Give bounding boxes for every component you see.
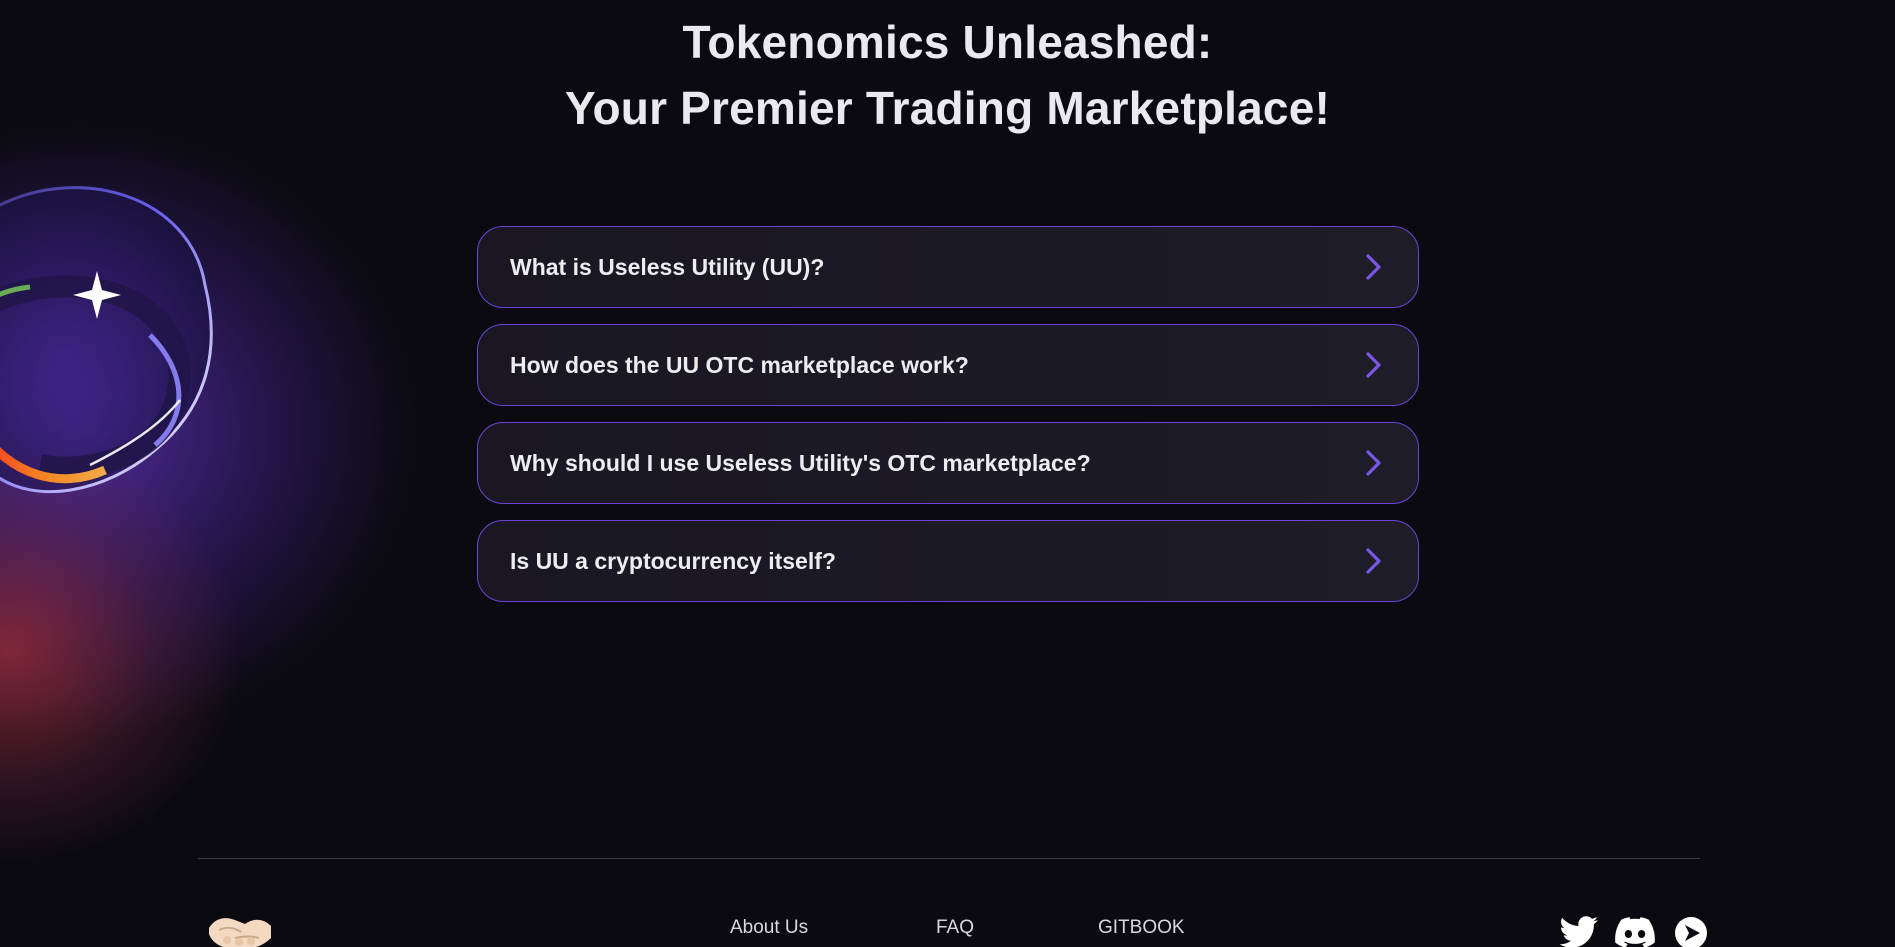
chevron-right-icon bbox=[1362, 350, 1386, 380]
page-title-line-2: Your Premier Trading Marketplace! bbox=[565, 81, 1330, 134]
faq-list: What is Useless Utility (UU)? How does t… bbox=[477, 226, 1419, 618]
page-title: Tokenomics Unleashed: Your Premier Tradi… bbox=[0, 9, 1895, 141]
chevron-right-icon bbox=[1362, 448, 1386, 478]
footer-link-about-us[interactable]: About Us bbox=[730, 917, 808, 939]
footer-link-faq[interactable]: FAQ bbox=[936, 917, 974, 939]
page-title-line-1: Tokenomics Unleashed: bbox=[682, 15, 1213, 68]
faq-item-is-uu-crypto[interactable]: Is UU a cryptocurrency itself? bbox=[477, 520, 1419, 602]
faq-question: What is Useless Utility (UU)? bbox=[510, 253, 825, 280]
faq-item-how-marketplace-works[interactable]: How does the UU OTC marketplace work? bbox=[477, 324, 1419, 406]
chevron-right-icon bbox=[1362, 252, 1386, 282]
footer-link-gitbook[interactable]: GITBOOK bbox=[1098, 917, 1185, 939]
footer-socials bbox=[1558, 912, 1712, 947]
faq-question: How does the UU OTC marketplace work? bbox=[510, 351, 969, 378]
play-icon[interactable] bbox=[1670, 912, 1712, 947]
chevron-right-icon bbox=[1362, 546, 1386, 576]
decorative-ring-blob bbox=[0, 186, 213, 494]
faq-question: Why should I use Useless Utility's OTC m… bbox=[510, 449, 1091, 476]
faq-item-why-use-marketplace[interactable]: Why should I use Useless Utility's OTC m… bbox=[477, 422, 1419, 504]
faq-item-what-is-uu[interactable]: What is Useless Utility (UU)? bbox=[477, 226, 1419, 308]
discord-icon[interactable] bbox=[1614, 912, 1656, 947]
twitter-icon[interactable] bbox=[1558, 912, 1600, 947]
page: Tokenomics Unleashed: Your Premier Tradi… bbox=[0, 0, 1895, 947]
faq-question: Is UU a cryptocurrency itself? bbox=[510, 547, 836, 574]
footer-divider bbox=[198, 858, 1700, 859]
